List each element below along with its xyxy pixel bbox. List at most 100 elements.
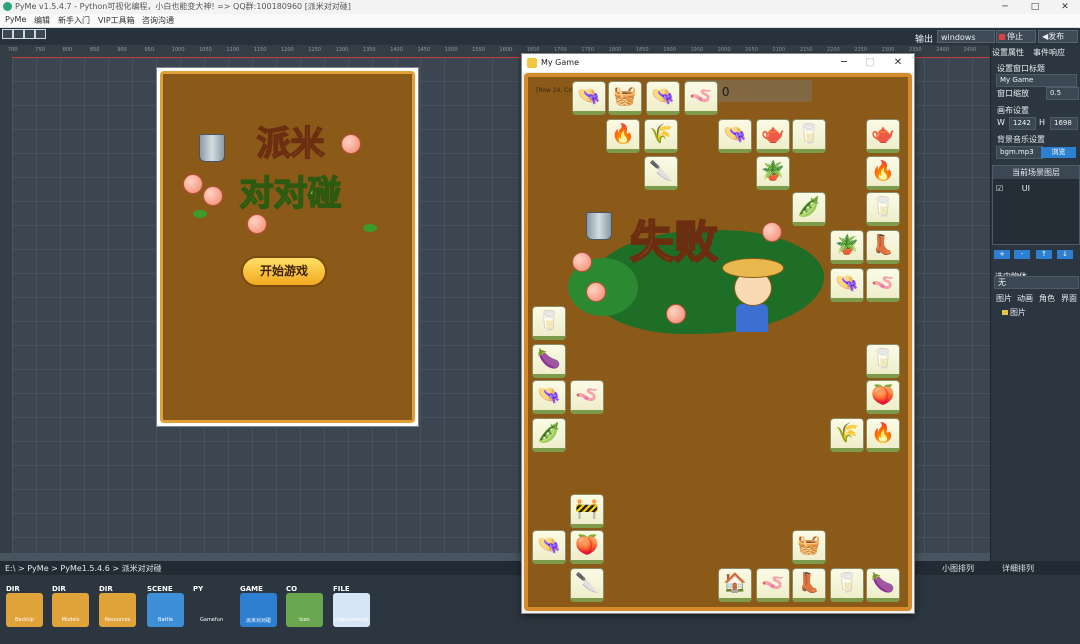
tile-watering-can[interactable]: 🫖 (756, 119, 790, 153)
tile-hose[interactable]: 🪱 (756, 568, 790, 602)
tile-peach[interactable]: 🍑 (866, 380, 900, 414)
tile-seed-bag[interactable]: 🌾 (644, 119, 678, 153)
detail-view-button[interactable]: 详细排列 (1002, 563, 1034, 574)
file-item[interactable]: DIR Models (52, 585, 89, 629)
window-title-field[interactable]: My Game (996, 74, 1077, 87)
tile-straw-hat[interactable]: 👒 (532, 380, 566, 414)
tile-campfire[interactable]: 🔥 (866, 156, 900, 190)
file-type-tag: SCENE (147, 585, 173, 593)
tile-straw-hat[interactable]: 👒 (646, 81, 680, 115)
canvas-width-field[interactable]: 1242 (1009, 117, 1036, 130)
tile-shovel[interactable]: 🔪 (570, 568, 604, 602)
minus-icon[interactable] (24, 29, 35, 39)
tile-straw-hat[interactable]: 👒 (532, 530, 566, 564)
tile-pea-pod[interactable]: 🫛 (532, 418, 566, 452)
browse-button[interactable]: 浏览 (1041, 147, 1076, 158)
start-game-button[interactable]: 开始游戏 (241, 256, 327, 287)
file-type-tag: DIR (6, 585, 20, 593)
tile-straw-hat[interactable]: 👒 (572, 81, 606, 115)
layer-down-button[interactable]: ↓ (1057, 250, 1073, 259)
minimize-button[interactable]: ─ (990, 0, 1020, 14)
file-item[interactable]: FILE requirements (333, 585, 370, 629)
tile-flower-pot[interactable]: 🪴 (756, 156, 790, 190)
output-target-select[interactable]: windows (937, 30, 995, 43)
tab-events[interactable]: 事件响应 (1033, 47, 1065, 58)
canvas-height-field[interactable]: 1698 (1050, 117, 1078, 130)
file-item[interactable]: SCENE Battle (147, 585, 184, 629)
tile-milk-bottle[interactable]: 🥛 (866, 192, 900, 226)
tile-hose[interactable]: 🪱 (570, 380, 604, 414)
menu-pyme[interactable]: PyMe (5, 15, 26, 24)
scene-preview-frame[interactable]: 派米 对对碰 开始游戏 (156, 67, 419, 427)
menu-edit[interactable]: 编辑 (34, 15, 50, 26)
tile-barn[interactable]: 🏠 (718, 568, 752, 602)
tab-properties[interactable]: 设置属性 (992, 47, 1024, 58)
ruler-tick: 1400 (390, 47, 403, 53)
eggplant-icon: 🍆 (537, 348, 561, 370)
game-window-title-bar[interactable]: My Game ─ □ ✕ (522, 54, 914, 72)
tile-boots[interactable]: 👢 (792, 568, 826, 602)
category-characters[interactable]: 角色 (1039, 293, 1055, 304)
layer-checkbox[interactable]: ☑ (996, 184, 1003, 193)
selected-object-select[interactable]: 无 (994, 276, 1079, 289)
tile-boots[interactable]: 👢 (866, 230, 900, 264)
tile-milk-bottle[interactable]: 🥛 (532, 306, 566, 340)
menu-vip-tools[interactable]: VIP工具箱 (98, 15, 135, 26)
frame-icon[interactable] (35, 29, 46, 39)
tile-watering-can[interactable]: 🫖 (866, 119, 900, 153)
grid-icon[interactable] (2, 29, 13, 39)
scene-layers-box: 当前场景图层 ☑ UI (992, 165, 1080, 245)
close-button[interactable]: ✕ (1050, 0, 1080, 14)
stop-button[interactable]: 停止 (996, 30, 1036, 43)
tile-eggplant[interactable]: 🍆 (866, 568, 900, 602)
game-maximize-button[interactable]: □ (860, 56, 880, 70)
tree-item-images[interactable]: 图片 (1002, 307, 1026, 318)
tile-seed-bag[interactable]: 🌾 (830, 418, 864, 452)
category-ui[interactable]: 界面 (1061, 293, 1077, 304)
layer-up-button[interactable]: ↑ (1036, 250, 1052, 259)
milk-bottle-icon: 🥛 (871, 348, 895, 370)
breadcrumb[interactable]: E:\ > PyMe > PyMe1.5.4.6 > 派米对对碰 (5, 563, 162, 574)
tile-fence[interactable]: 🚧 (570, 494, 604, 528)
tile-eggplant[interactable]: 🍆 (532, 344, 566, 378)
publish-button[interactable]: ◀发布 (1038, 30, 1078, 43)
file-item[interactable]: DIR BackUp (6, 585, 43, 629)
tile-straw-hat[interactable]: 👒 (718, 119, 752, 153)
game-close-button[interactable]: ✕ (888, 56, 908, 70)
game-board[interactable]: [Row 24, Col 时间: 0 👒🧺👒🪱🔥🌾👒🫖🥛🫖🔪🪴🔥🫛🥛🪴👢👒🪱🥛🍆… (524, 73, 912, 611)
tile-basket[interactable]: 🧺 (792, 530, 826, 564)
tile-campfire[interactable]: 🔥 (606, 119, 640, 153)
layer-row-ui[interactable]: ☑ UI (996, 184, 1076, 193)
tile-shovel[interactable]: 🔪 (644, 156, 678, 190)
ruler-tick: 800 (62, 47, 73, 53)
tile-peach[interactable]: 🍑 (570, 530, 604, 564)
category-animations[interactable]: 动画 (1017, 293, 1033, 304)
add-layer-button[interactable]: + (994, 250, 1010, 259)
tile-flower-pot[interactable]: 🪴 (830, 230, 864, 264)
tile-campfire[interactable]: 🔥 (866, 418, 900, 452)
tile-milk-can[interactable]: 🥛 (830, 568, 864, 602)
tile-hose[interactable]: 🪱 (866, 268, 900, 302)
tile-milk-bottle[interactable]: 🥛 (866, 344, 900, 378)
maximize-button[interactable]: □ (1020, 0, 1050, 14)
menu-consult[interactable]: 咨询沟通 (142, 15, 174, 26)
small-icons-view-button[interactable]: 小图排列 (942, 563, 974, 574)
game-minimize-button[interactable]: ─ (834, 56, 854, 70)
zoom-field[interactable]: 0.5 (1046, 87, 1079, 100)
file-item[interactable]: GAME 派米对对碰 (240, 585, 277, 629)
tile-basket[interactable]: 🧺 (608, 81, 642, 115)
game-window[interactable]: My Game ─ □ ✕ [Row 24, Col 时间: 0 👒🧺👒🪱🔥🌾👒… (521, 53, 915, 614)
menu-beginner[interactable]: 新手入门 (58, 15, 90, 26)
tile-straw-hat[interactable]: 👒 (830, 268, 864, 302)
bgm-field[interactable]: bgm.mp3 (996, 146, 1043, 159)
tile-milk-can[interactable]: 🥛 (792, 119, 826, 153)
remove-layer-button[interactable]: - (1014, 250, 1030, 259)
file-item[interactable]: DIR Resources (99, 585, 136, 629)
flower-pot-icon: 🪴 (761, 160, 785, 182)
category-images[interactable]: 图片 (996, 293, 1012, 304)
eggplant-icon: 🍆 (871, 572, 895, 594)
file-item[interactable]: CO Icon (286, 585, 323, 629)
tile-hose[interactable]: 🪱 (684, 81, 718, 115)
move-icon[interactable] (13, 29, 24, 39)
file-item[interactable]: PY Gamefun (193, 585, 230, 629)
